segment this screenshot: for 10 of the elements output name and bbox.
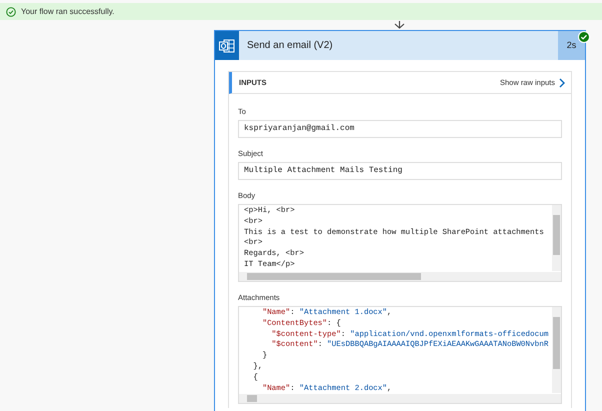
vertical-scrollbar[interactable] bbox=[552, 307, 561, 393]
action-header[interactable]: Send an email (V2) 2s bbox=[215, 31, 585, 60]
vertical-scrollbar[interactable] bbox=[552, 205, 561, 271]
banner-text: Your flow ran successfully. bbox=[21, 6, 114, 18]
action-title: Send an email (V2) bbox=[246, 39, 334, 53]
down-arrow-icon bbox=[394, 21, 405, 29]
horizontal-scrollbar[interactable] bbox=[239, 394, 561, 403]
chevron-right-icon bbox=[559, 78, 565, 88]
horizontal-scrollbar[interactable] bbox=[239, 272, 561, 281]
check-circle-icon bbox=[6, 6, 16, 16]
